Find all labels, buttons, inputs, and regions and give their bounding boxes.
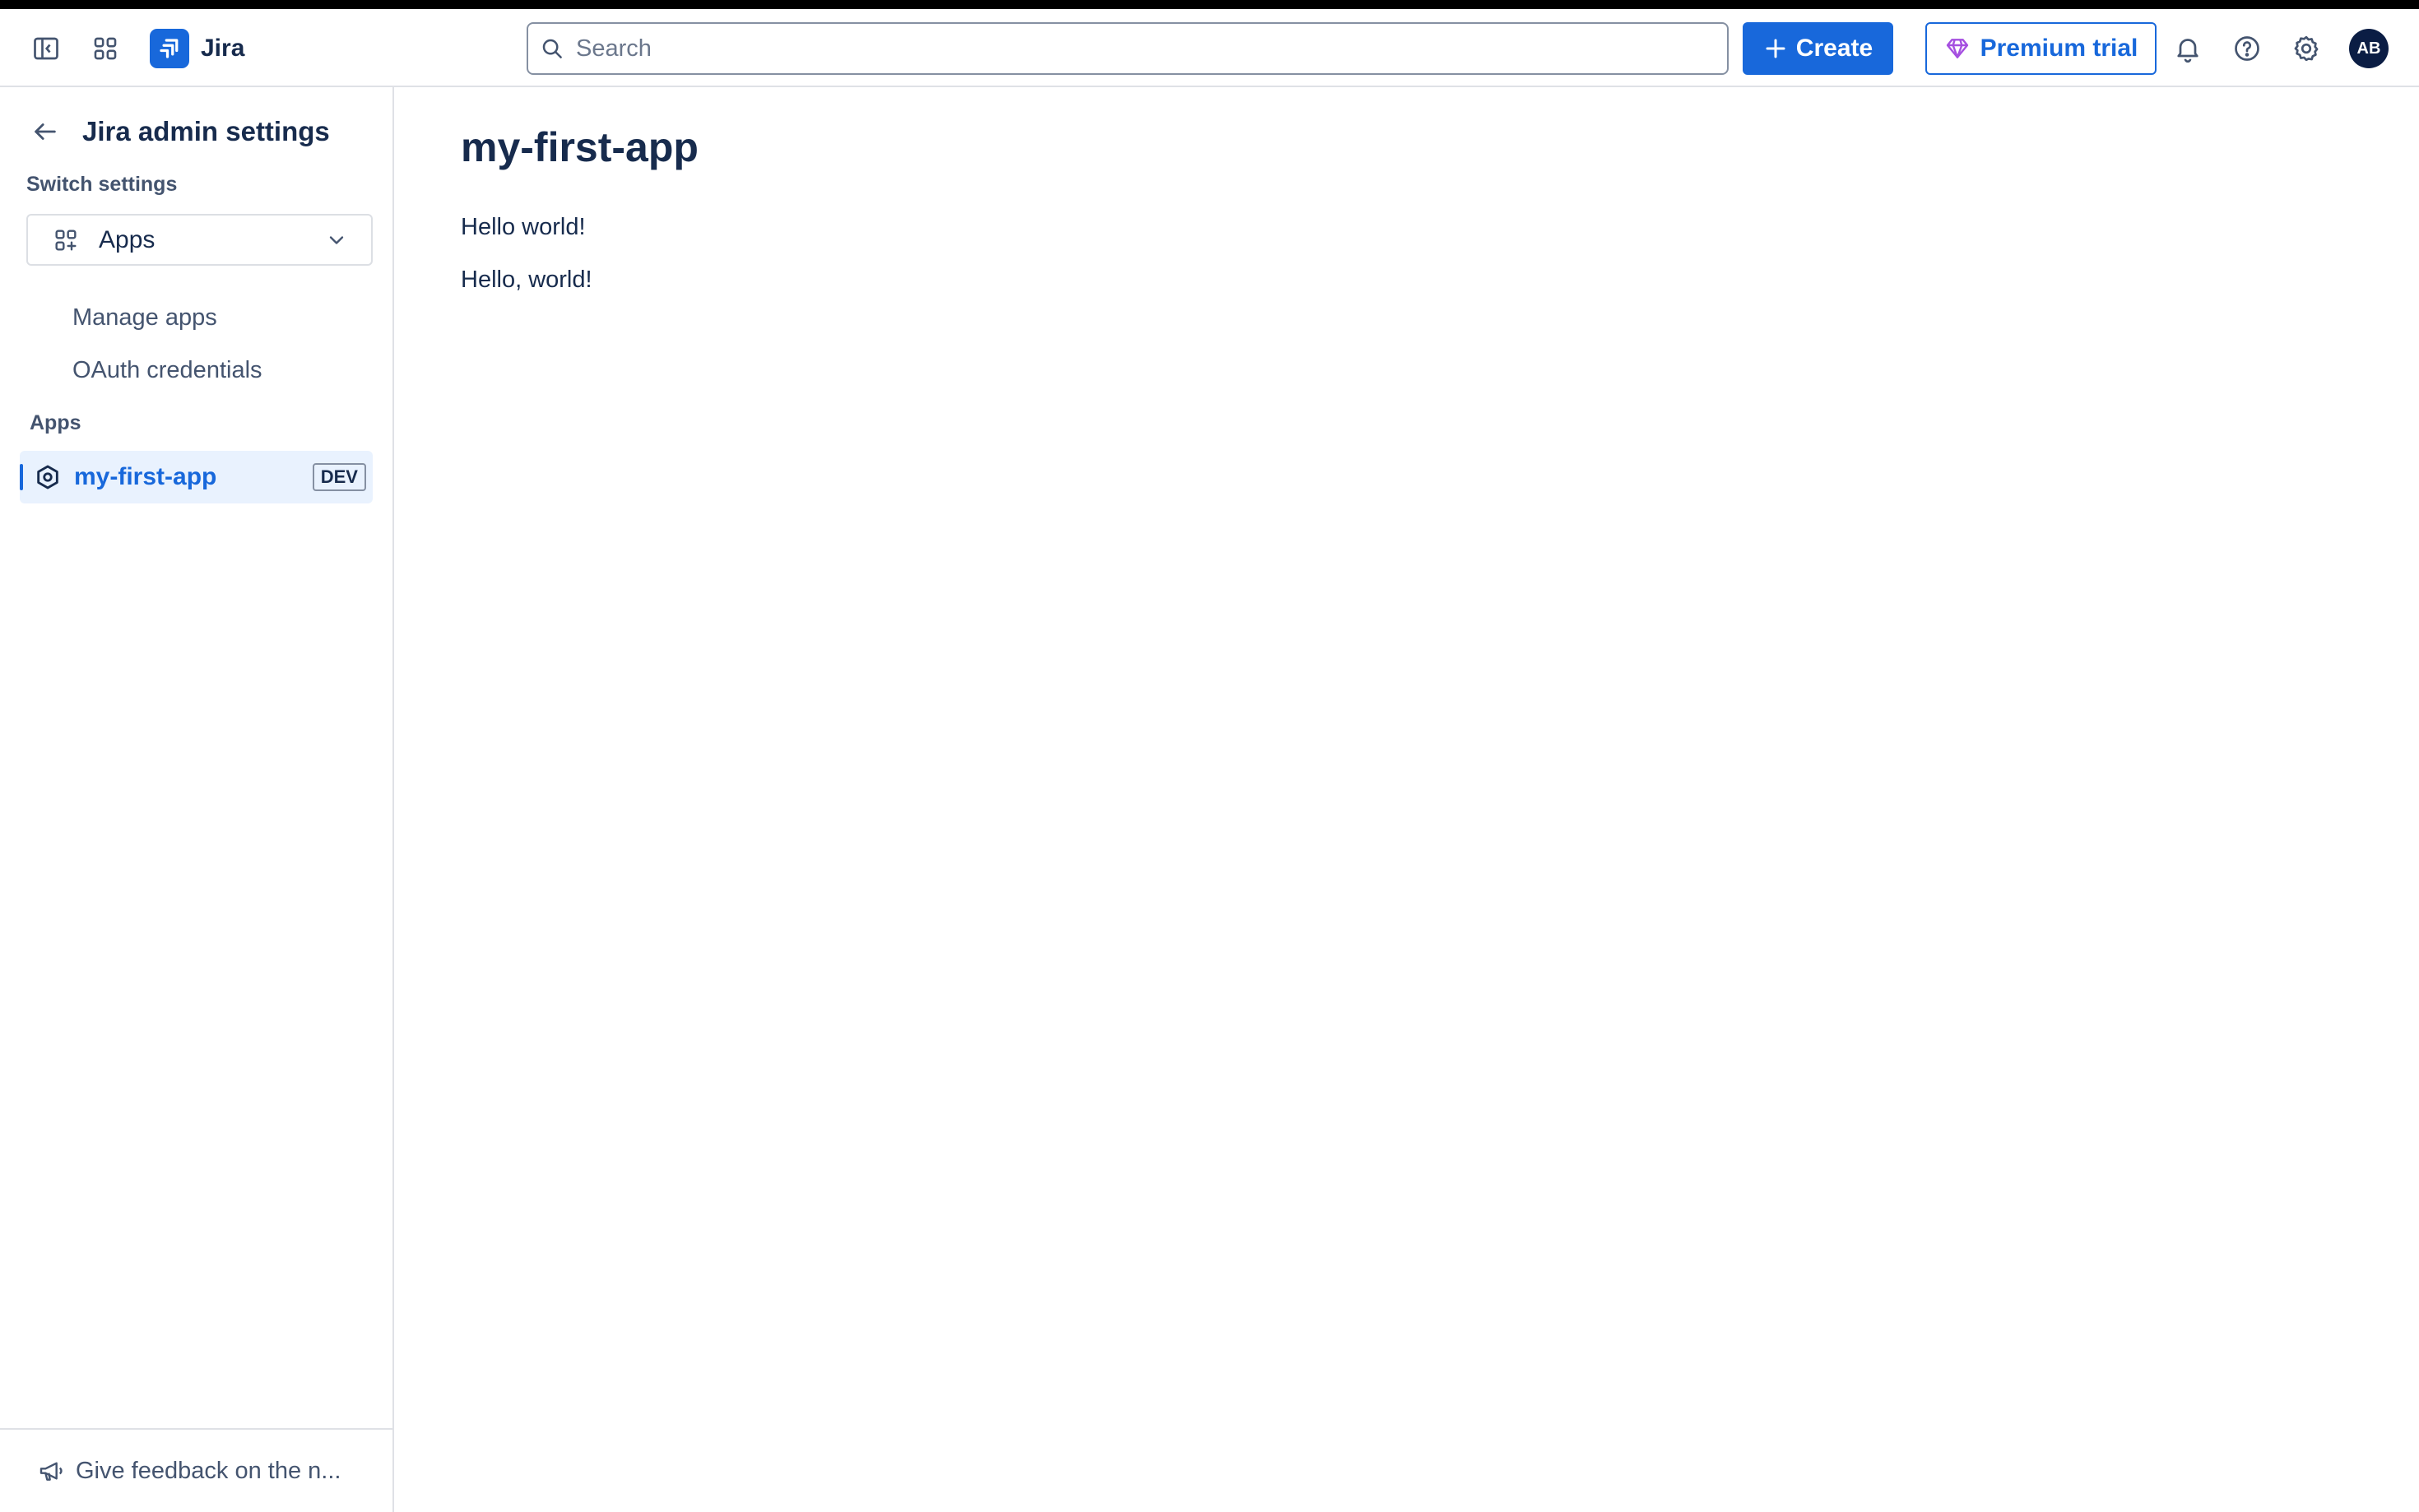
jira-logo-icon bbox=[150, 29, 189, 68]
search-field[interactable] bbox=[527, 22, 1729, 75]
settings-button[interactable] bbox=[2283, 26, 2329, 72]
user-avatar[interactable]: AB bbox=[2349, 29, 2389, 68]
switch-settings-label: Switch settings bbox=[26, 173, 178, 196]
sidebar-item-my-first-app[interactable]: my-first-app DEV bbox=[20, 451, 373, 503]
dev-badge: DEV bbox=[312, 463, 366, 491]
content-line: Hello world! bbox=[461, 214, 586, 240]
app-switcher-button[interactable] bbox=[82, 26, 128, 72]
bell-icon bbox=[2177, 39, 2198, 63]
window-top-strip bbox=[0, 0, 2419, 9]
create-button[interactable]: Create bbox=[1743, 22, 1893, 75]
sidebar-header: Jira admin settings bbox=[26, 109, 330, 155]
apps-add-icon bbox=[55, 229, 77, 251]
page-title: my-first-app bbox=[461, 124, 699, 170]
logo-text: Jira bbox=[201, 35, 245, 62]
megaphone-icon bbox=[39, 1462, 63, 1481]
back-button[interactable] bbox=[26, 113, 64, 151]
premium-trial-button[interactable]: Premium trial bbox=[1925, 22, 2157, 75]
gem-icon bbox=[1946, 39, 1968, 58]
notifications-button[interactable] bbox=[2165, 26, 2211, 72]
sidebar-title: Jira admin settings bbox=[82, 116, 330, 146]
sidebar-toggle-icon bbox=[34, 37, 58, 60]
search-icon bbox=[542, 39, 562, 58]
sidebar-item-manage-apps[interactable]: Manage apps bbox=[72, 304, 217, 332]
premium-trial-label: Premium trial bbox=[1980, 35, 2138, 62]
give-feedback-label: Give feedback on the n... bbox=[76, 1457, 341, 1484]
jira-logo-link[interactable]: Jira bbox=[150, 29, 244, 68]
app-switcher-icon bbox=[94, 37, 117, 60]
help-icon bbox=[2235, 36, 2259, 61]
gear-icon bbox=[2294, 35, 2319, 62]
selected-indicator bbox=[20, 464, 23, 490]
help-button[interactable] bbox=[2224, 26, 2270, 72]
plus-icon bbox=[1766, 39, 1785, 58]
app-item-label: my-first-app bbox=[74, 463, 217, 490]
arrow-left-icon bbox=[35, 123, 56, 140]
give-feedback-button[interactable]: Give feedback on the n... bbox=[0, 1428, 392, 1512]
search-input[interactable] bbox=[574, 34, 1697, 63]
main-content: my-first-app Hello world! Hello, world! bbox=[394, 87, 2419, 1512]
admin-sidebar: Jira admin settings Switch settings Apps… bbox=[0, 87, 394, 1512]
top-navigation: Jira Create Premium trial bbox=[0, 9, 2419, 87]
sidebar-toggle-button[interactable] bbox=[23, 26, 69, 72]
app-hexagon-icon bbox=[33, 462, 63, 492]
sidebar-item-oauth-credentials[interactable]: OAuth credentials bbox=[72, 357, 262, 384]
content-line: Hello, world! bbox=[461, 267, 592, 293]
chevron-down-icon bbox=[329, 235, 344, 244]
apps-section-label: Apps bbox=[30, 411, 81, 434]
create-button-label: Create bbox=[1795, 35, 1873, 62]
switch-settings-select[interactable]: Apps bbox=[26, 214, 373, 266]
avatar-initials: AB bbox=[2356, 39, 2381, 58]
switch-settings-value: Apps bbox=[99, 225, 156, 253]
